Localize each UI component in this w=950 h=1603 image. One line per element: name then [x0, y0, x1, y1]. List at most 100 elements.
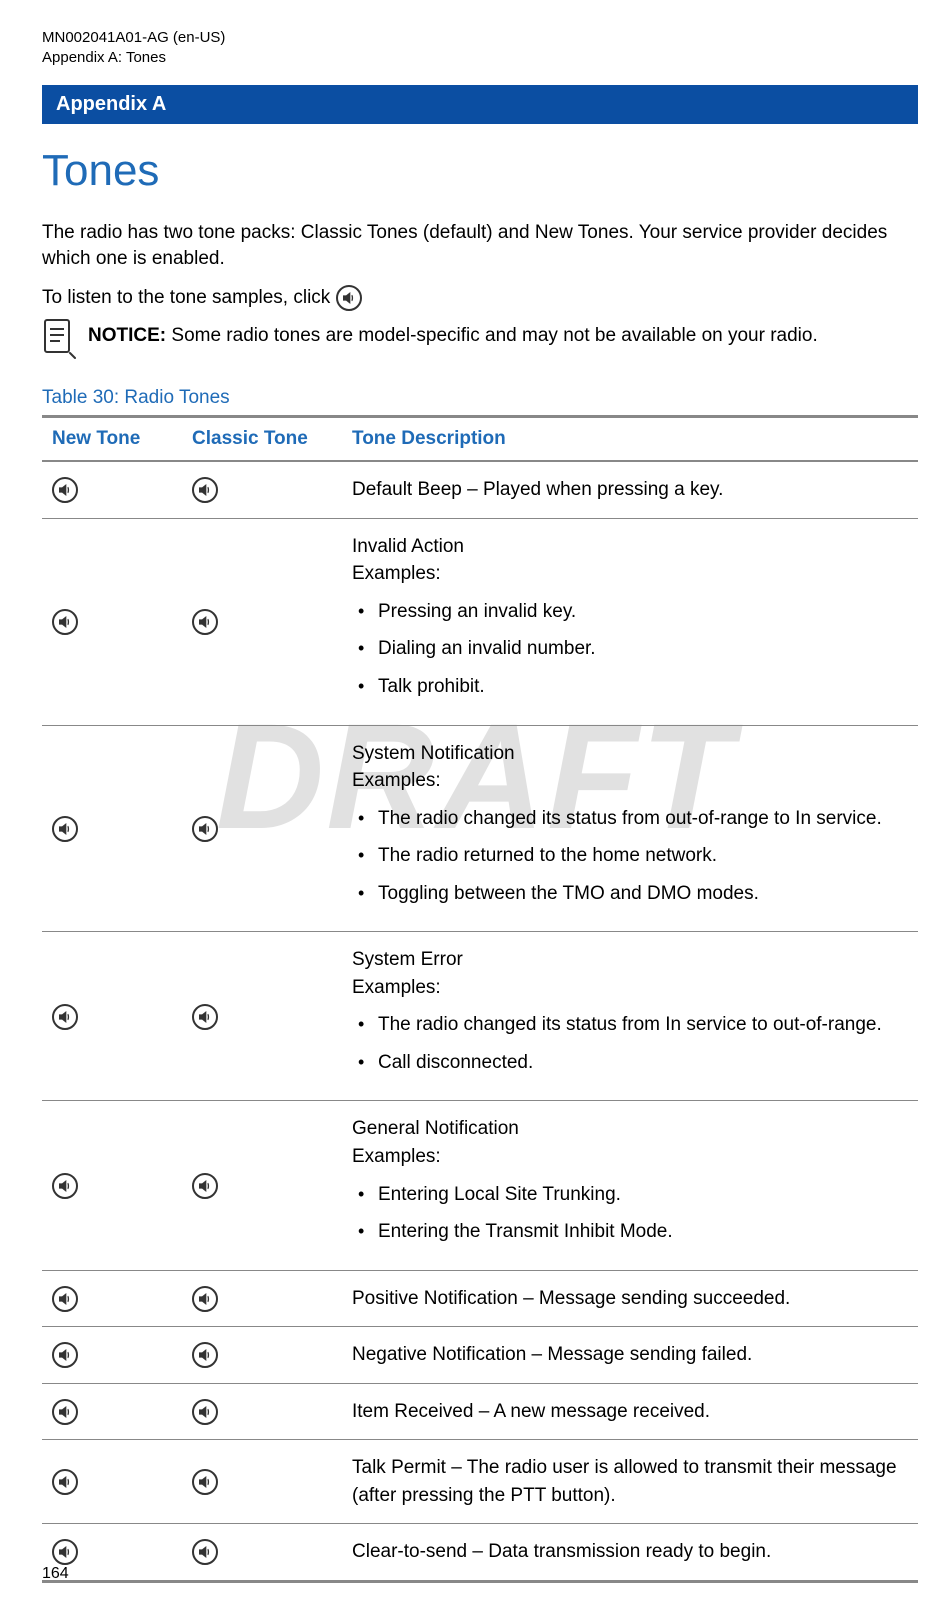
- cell-new-tone: [42, 461, 182, 518]
- table-row: Default Beep – Played when pressing a ke…: [42, 461, 918, 518]
- speaker-icon[interactable]: [192, 1399, 218, 1425]
- tone-title: System Error: [352, 946, 910, 974]
- tone-title: General Notification: [352, 1115, 910, 1143]
- speaker-icon[interactable]: [52, 1004, 78, 1030]
- speaker-icon[interactable]: [192, 609, 218, 635]
- speaker-icon[interactable]: [52, 816, 78, 842]
- example-list: The radio changed its status from out-of…: [352, 805, 910, 908]
- cell-description: Negative Notification – Message sending …: [342, 1327, 918, 1384]
- appendix-heading-bar: Appendix A: [42, 85, 918, 124]
- table-row: General NotificationExamples: Entering Lo…: [42, 1101, 918, 1270]
- cell-description: Invalid ActionExamples: Pressing an inval…: [342, 518, 918, 725]
- cell-new-tone: [42, 1101, 182, 1270]
- cell-description: General NotificationExamples: Entering Lo…: [342, 1101, 918, 1270]
- cell-description: Default Beep – Played when pressing a ke…: [342, 461, 918, 518]
- cell-description: Clear-to-send – Data transmission ready …: [342, 1524, 918, 1582]
- cell-description: System NotificationExamples: The radio ch…: [342, 725, 918, 932]
- table-row: Talk Permit – The radio user is allowed …: [42, 1440, 918, 1524]
- tone-description: Clear-to-send – Data transmission ready …: [352, 1541, 771, 1562]
- cell-new-tone: [42, 1327, 182, 1384]
- notice-icon: [42, 317, 76, 359]
- cell-classic-tone: [182, 1524, 342, 1582]
- cell-new-tone: [42, 1440, 182, 1524]
- list-item: Pressing an invalid key.: [352, 598, 910, 626]
- list-item: Call disconnected.: [352, 1049, 910, 1077]
- cell-new-tone: [42, 932, 182, 1101]
- example-list: Pressing an invalid key. Dialing an inval…: [352, 598, 910, 701]
- doc-section: Appendix A: Tones: [42, 48, 918, 68]
- speaker-icon[interactable]: [52, 1399, 78, 1425]
- speaker-icon[interactable]: [192, 816, 218, 842]
- speaker-icon[interactable]: [52, 477, 78, 503]
- cell-classic-tone: [182, 1101, 342, 1270]
- intro-paragraph: The radio has two tone packs: Classic To…: [42, 220, 918, 271]
- cell-classic-tone: [182, 1327, 342, 1384]
- tones-table: New Tone Classic Tone Tone Description D…: [42, 415, 918, 1583]
- tone-title: Invalid Action: [352, 533, 910, 561]
- table-row: Clear-to-send – Data transmission ready …: [42, 1524, 918, 1582]
- cell-classic-tone: [182, 1440, 342, 1524]
- speaker-icon[interactable]: [192, 1004, 218, 1030]
- cell-new-tone: [42, 725, 182, 932]
- tone-description: Item Received – A new message received.: [352, 1401, 710, 1422]
- notice-text: NOTICE: Some radio tones are model-speci…: [88, 317, 818, 349]
- speaker-icon[interactable]: [336, 285, 362, 311]
- speaker-icon[interactable]: [52, 1539, 78, 1565]
- cell-new-tone: [42, 1270, 182, 1327]
- list-item: The radio changed its status from In ser…: [352, 1011, 910, 1039]
- cell-classic-tone: [182, 461, 342, 518]
- tone-description: Positive Notification – Message sending …: [352, 1288, 790, 1309]
- speaker-icon[interactable]: [192, 1469, 218, 1495]
- cell-description: Positive Notification – Message sending …: [342, 1270, 918, 1327]
- cell-classic-tone: [182, 1270, 342, 1327]
- cell-classic-tone: [182, 725, 342, 932]
- table-row: Positive Notification – Message sending …: [42, 1270, 918, 1327]
- list-item: Talk prohibit.: [352, 673, 910, 701]
- list-item: The radio returned to the home network.: [352, 842, 910, 870]
- speaker-icon[interactable]: [192, 1173, 218, 1199]
- cell-description: Item Received – A new message received.: [342, 1383, 918, 1440]
- list-item: Entering the Transmit Inhibit Mode.: [352, 1218, 910, 1246]
- examples-label: Examples:: [352, 560, 910, 588]
- example-list: The radio changed its status from In ser…: [352, 1011, 910, 1076]
- cell-new-tone: [42, 1383, 182, 1440]
- notice-label: NOTICE:: [88, 325, 166, 346]
- cell-new-tone: [42, 1524, 182, 1582]
- notice-body: Some radio tones are model-specific and …: [171, 325, 817, 346]
- table-row: Negative Notification – Message sending …: [42, 1327, 918, 1384]
- speaker-icon[interactable]: [52, 1286, 78, 1312]
- examples-label: Examples:: [352, 767, 910, 795]
- tone-title: System Notification: [352, 740, 910, 768]
- examples-label: Examples:: [352, 974, 910, 1002]
- list-item: Dialing an invalid number.: [352, 635, 910, 663]
- examples-label: Examples:: [352, 1143, 910, 1171]
- table-row: System NotificationExamples: The radio ch…: [42, 725, 918, 932]
- speaker-icon[interactable]: [52, 1469, 78, 1495]
- list-item: The radio changed its status from out-of…: [352, 805, 910, 833]
- speaker-icon[interactable]: [192, 477, 218, 503]
- speaker-icon[interactable]: [52, 609, 78, 635]
- cell-classic-tone: [182, 932, 342, 1101]
- speaker-icon[interactable]: [192, 1539, 218, 1565]
- doc-id: MN002041A01-AG (en-US): [42, 28, 918, 48]
- page-title: Tones: [42, 146, 918, 196]
- col-header-new-tone: New Tone: [42, 417, 182, 462]
- table-row: Invalid ActionExamples: Pressing an inval…: [42, 518, 918, 725]
- cell-classic-tone: [182, 518, 342, 725]
- speaker-icon[interactable]: [192, 1342, 218, 1368]
- tone-description: Negative Notification – Message sending …: [352, 1344, 752, 1365]
- speaker-icon[interactable]: [52, 1342, 78, 1368]
- cell-new-tone: [42, 518, 182, 725]
- table-caption: Table 30: Radio Tones: [42, 387, 918, 409]
- tone-description: Talk Permit – The radio user is allowed …: [352, 1457, 897, 1506]
- speaker-icon[interactable]: [52, 1173, 78, 1199]
- tone-description: Default Beep – Played when pressing a ke…: [352, 479, 723, 500]
- col-header-description: Tone Description: [342, 417, 918, 462]
- speaker-icon[interactable]: [192, 1286, 218, 1312]
- cell-description: System ErrorExamples: The radio changed i…: [342, 932, 918, 1101]
- list-item: Entering Local Site Trunking.: [352, 1181, 910, 1209]
- example-list: Entering Local Site Trunking. Entering th…: [352, 1181, 910, 1246]
- table-row: Item Received – A new message received.: [42, 1383, 918, 1440]
- list-item: Toggling between the TMO and DMO modes.: [352, 880, 910, 908]
- cell-description: Talk Permit – The radio user is allowed …: [342, 1440, 918, 1524]
